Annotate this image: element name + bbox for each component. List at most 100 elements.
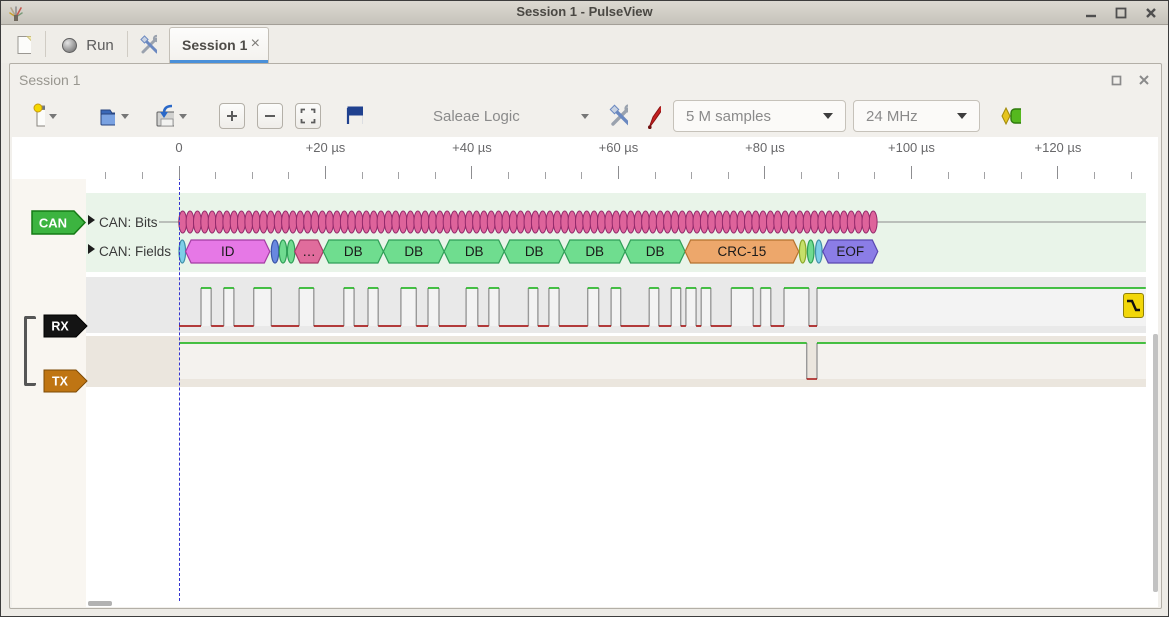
ruler-minor-tick [581, 172, 582, 179]
run-button[interactable]: Run [55, 30, 121, 60]
ruler-minor-tick [545, 172, 546, 179]
trigger-marker-falling-edge-icon[interactable] [1123, 293, 1144, 318]
fields-row-expander[interactable] [88, 244, 95, 254]
run-state-icon [62, 38, 77, 53]
settings-button[interactable] [133, 31, 163, 59]
ruler-minor-tick [508, 172, 509, 179]
decoder-bits-row [86, 208, 1146, 234]
sample-count-combobox[interactable]: 5 M samples [673, 100, 846, 132]
sample-rate-value: 24 MHz [866, 108, 957, 125]
bits-row-label: CAN: Bits [99, 215, 158, 230]
can-decoder-tag[interactable]: CAN [31, 210, 87, 235]
zoom-out-button[interactable] [257, 103, 283, 129]
ruler-major-tick [911, 166, 912, 179]
svg-text:TX: TX [52, 375, 69, 389]
device-selector[interactable]: Saleae Logic [425, 101, 597, 131]
dock-close-button[interactable] [1135, 72, 1153, 88]
tab-session-1[interactable]: Session 1 × [169, 27, 269, 63]
trigger-time-line [179, 179, 180, 601]
configure-tools-icon [608, 103, 628, 129]
time-ruler[interactable]: 0+20 µs+40 µs+60 µs+80 µs+100 µs+120 µs [12, 137, 1158, 179]
sample-rate-combobox[interactable]: 24 MHz [853, 100, 980, 132]
channels-button[interactable] [639, 101, 667, 131]
ruler-major-label: +40 µs [452, 140, 492, 155]
dock-float-button[interactable] [1107, 72, 1125, 88]
horizontal-scrollbar[interactable] [88, 601, 112, 606]
zoom-fit-button[interactable] [295, 103, 321, 129]
ruler-minor-tick [435, 172, 436, 179]
save-icon [155, 104, 174, 129]
ruler-major-tick [325, 166, 326, 179]
device-dropdown-arrow [581, 114, 589, 119]
configure-device-button[interactable] [602, 101, 634, 131]
bits-row-expander[interactable] [88, 215, 95, 225]
new-session-icon [15, 35, 31, 55]
ruler-minor-tick [252, 172, 253, 179]
ruler-minor-tick [655, 172, 656, 179]
svg-text:RX: RX [51, 320, 69, 334]
run-label: Run [86, 37, 114, 54]
plus-icon [224, 108, 240, 124]
minimize-button[interactable] [1084, 6, 1098, 20]
svg-text:CRC-15: CRC-15 [718, 244, 767, 259]
svg-text:DB: DB [344, 244, 363, 259]
close-button[interactable] [1144, 6, 1158, 20]
ruler-minor-tick [288, 172, 289, 179]
fit-view-icon [300, 108, 316, 124]
decoder-channel-bracket [24, 316, 36, 386]
ruler-minor-tick [1094, 172, 1095, 179]
tab-close-icon[interactable]: × [251, 35, 260, 53]
svg-text:…: … [302, 244, 316, 259]
maximize-button[interactable] [1114, 6, 1128, 20]
ruler-minor-tick [1021, 172, 1022, 179]
vertical-scrollbar[interactable] [1153, 334, 1158, 592]
new-file-dropdown-arrow[interactable] [49, 114, 57, 119]
ruler-minor-tick [838, 172, 839, 179]
titlebar[interactable]: Session 1 - PulseView [1, 1, 1168, 25]
ruler-minor-tick [1131, 172, 1132, 179]
ruler-minor-tick [105, 172, 106, 179]
ruler-major-tick [1057, 166, 1058, 179]
fields-row-label: CAN: Fields [99, 244, 171, 259]
open-file-dropdown-arrow[interactable] [121, 114, 129, 119]
ruler-major-label: 0 [175, 140, 182, 155]
save-dropdown-arrow[interactable] [179, 114, 187, 119]
sample-count-dropdown-arrow [823, 113, 833, 119]
ruler-minor-tick [801, 172, 802, 179]
save-button[interactable] [149, 100, 193, 132]
ruler-minor-tick [948, 172, 949, 179]
device-name: Saleae Logic [433, 108, 581, 125]
pulseview-window: Session 1 - PulseView Run [0, 0, 1169, 617]
ruler-major-label: +20 µs [306, 140, 346, 155]
decoder-fields-row: ID…DBDBDBDBDBDBCRC-15EOF [86, 238, 1146, 265]
svg-text:DB: DB [404, 244, 423, 259]
ruler-minor-tick [142, 172, 143, 179]
svg-text:DB: DB [585, 244, 604, 259]
tx-waveform [86, 336, 1146, 387]
zoom-in-button[interactable] [219, 103, 245, 129]
ruler-major-tick [179, 166, 180, 179]
open-file-button[interactable] [93, 101, 135, 131]
ruler-minor-tick [691, 172, 692, 179]
trace-view[interactable]: ID…DBDBDBDBDBDBCRC-15EOF CAN CAN: Bits C… [12, 179, 1158, 607]
trigger-settings-button[interactable] [993, 103, 1027, 129]
ruler-minor-tick [215, 172, 216, 179]
toolbar-separator [45, 31, 46, 57]
main-toolbar: Run Session 1 × [1, 26, 1168, 63]
ruler-minor-tick [398, 172, 399, 179]
new-session-button[interactable] [9, 31, 37, 59]
minus-icon [262, 108, 278, 124]
new-file-button[interactable] [27, 100, 63, 132]
tools-icon [139, 34, 157, 56]
label-margin [12, 179, 86, 607]
svg-text:DB: DB [465, 244, 484, 259]
sample-rate-dropdown-arrow [957, 113, 967, 119]
svg-text:EOF: EOF [836, 244, 864, 259]
ruler-major-tick [618, 166, 619, 179]
show-cursors-button[interactable] [337, 102, 369, 130]
rx-channel-tag[interactable]: RX [43, 314, 88, 338]
rx-waveform [86, 277, 1146, 333]
ruler-major-tick [764, 166, 765, 179]
ruler-major-label: +120 µs [1034, 140, 1081, 155]
tx-channel-tag[interactable]: TX [43, 369, 88, 393]
